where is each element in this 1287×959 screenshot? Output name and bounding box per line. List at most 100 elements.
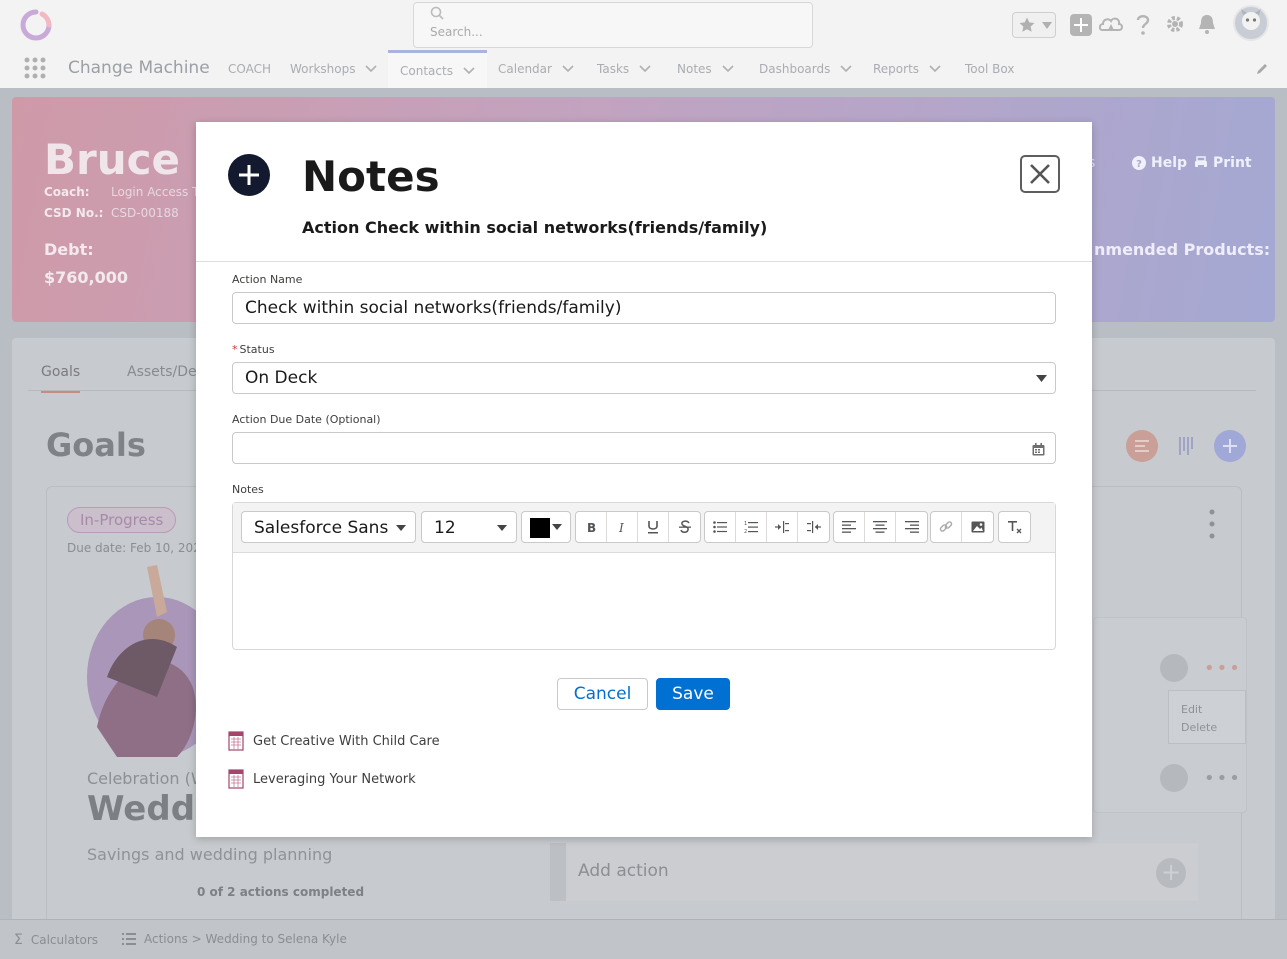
chevron-down-icon[interactable] [365,65,378,73]
nav-item-contacts[interactable]: Contacts [388,50,487,88]
outdent-icon [806,521,821,533]
due-date-field[interactable] [232,432,1056,464]
insert-group [930,511,994,543]
nav-item-notes[interactable]: Notes [677,50,734,88]
nav-item-label: COACH [228,62,272,76]
outdent-button[interactable] [798,512,829,542]
tab-goals[interactable]: Goals [41,364,81,393]
numbered-list-button[interactable]: 12 [736,512,767,542]
modal-title: Notes [302,152,440,201]
action-name-field[interactable]: Check within social networks(friends/fam… [232,292,1056,324]
notifications-bell-icon[interactable] [1197,13,1217,35]
goal-category: Celebration (W [87,769,207,788]
insert-link-button[interactable] [931,512,962,542]
chevron-down-icon[interactable] [840,65,852,73]
note-icon[interactable] [1160,764,1188,792]
app-launcher-icon[interactable] [24,57,46,79]
strikethrough-icon [678,520,691,534]
utility-item-actions[interactable]: Actions > Wedding to Selena Kyle [122,932,347,946]
add-goal-button[interactable] [1214,430,1246,462]
save-button[interactable]: Save [656,678,730,710]
help-link[interactable]: ? Help [1132,155,1187,171]
gear-icon[interactable] [1165,14,1185,34]
caret-down-icon [497,525,507,531]
print-link[interactable]: Print [1194,155,1252,171]
add-action-plus-icon[interactable]: + [1156,858,1186,888]
nav-item-coach[interactable]: COACH [228,50,271,88]
kanban-view-button[interactable] [1170,430,1202,462]
add-action-row[interactable]: Add action + [550,843,1198,901]
font-size-select[interactable]: 12 [421,511,517,543]
align-center-button[interactable] [865,512,896,542]
chevron-down-icon[interactable] [639,65,651,73]
utility-item-calculators[interactable]: Σ Calculators [14,932,98,948]
global-search[interactable] [413,2,813,48]
font-family-value: Salesforce Sans [254,518,389,538]
menu-item-edit[interactable]: Edit [1181,703,1202,716]
add-circle-icon [228,154,270,196]
nav-item-calendar[interactable]: Calendar [498,50,574,88]
bulleted-list-button[interactable] [705,512,736,542]
close-button[interactable] [1020,155,1060,193]
note-icon[interactable] [1160,654,1188,682]
favorites-group[interactable] [1012,12,1056,38]
tab-assets-debts[interactable]: Assets/De [127,364,197,380]
text-color-picker[interactable] [521,511,571,543]
align-right-icon [904,521,919,533]
nav-item-tool-box[interactable]: Tool Box [965,50,1014,88]
align-left-button[interactable] [834,512,865,542]
clear-formatting-button[interactable] [999,512,1030,542]
chevron-down-icon[interactable] [1042,22,1052,30]
app-navigation: Change Machine COACH Workshops Contacts … [0,50,1287,88]
nav-item-workshops[interactable]: Workshops [290,50,378,88]
trailhead-icon[interactable] [1099,14,1123,36]
utility-bar: Σ Calculators Actions > Wedding to Selen… [0,919,1287,959]
edit-nav-pencil-icon[interactable] [1255,62,1269,76]
action-more-icon[interactable]: ••• [1204,768,1242,789]
nav-item-label: Tool Box [965,62,1015,76]
nav-item-reports[interactable]: Reports [873,50,941,88]
status-select[interactable]: On Deck [232,362,1056,394]
list-view-button[interactable] [1126,430,1158,462]
bold-button[interactable]: B [576,512,607,542]
indent-button[interactable] [767,512,798,542]
app-logo-icon[interactable] [18,8,54,42]
clear-format-group [998,511,1031,543]
add-icon[interactable] [1070,14,1092,36]
calendar-icon[interactable] [1032,443,1045,456]
insert-image-button[interactable] [962,512,993,542]
list-format-group: 12 [704,511,830,543]
actions-list: ••• Edit Delete ••• [1093,617,1247,813]
notes-editor-body[interactable] [233,553,1055,649]
help-icon[interactable] [1134,13,1152,37]
star-icon[interactable] [1018,16,1036,34]
align-right-button[interactable] [896,512,927,542]
resource-link[interactable]: Get Creative With Child Care [228,731,440,751]
chevron-down-icon[interactable] [463,66,475,75]
goals-heading: Goals [46,426,146,464]
svg-text:2: 2 [744,529,747,534]
underline-button[interactable] [638,512,669,542]
strikethrough-button[interactable] [669,512,700,542]
action-more-icon[interactable]: ••• [1204,658,1242,679]
chevron-down-icon[interactable] [562,65,574,73]
menu-item-delete[interactable]: Delete [1181,721,1217,734]
user-avatar-icon[interactable] [1233,5,1269,41]
font-family-select[interactable]: Salesforce Sans [241,511,416,543]
nav-item-tasks[interactable]: Tasks [597,50,651,88]
sigma-icon: Σ [14,932,23,948]
search-input[interactable] [430,25,790,39]
chevron-down-icon[interactable] [722,65,734,73]
nav-item-dashboards[interactable]: Dashboards [759,50,852,88]
plus-icon [1222,438,1238,454]
text-format-group: B I [575,511,701,543]
clear-formatting-icon [1007,520,1023,534]
coach-label: Coach: [44,185,90,199]
resource-link[interactable]: Leveraging Your Network [228,769,416,789]
align-center-icon [873,521,887,533]
chevron-down-icon[interactable] [929,65,941,73]
cancel-button[interactable]: Cancel [557,678,648,710]
goal-more-options-icon[interactable] [1209,509,1215,539]
italic-button[interactable]: I [607,512,638,542]
notes-label: Notes [232,483,264,496]
